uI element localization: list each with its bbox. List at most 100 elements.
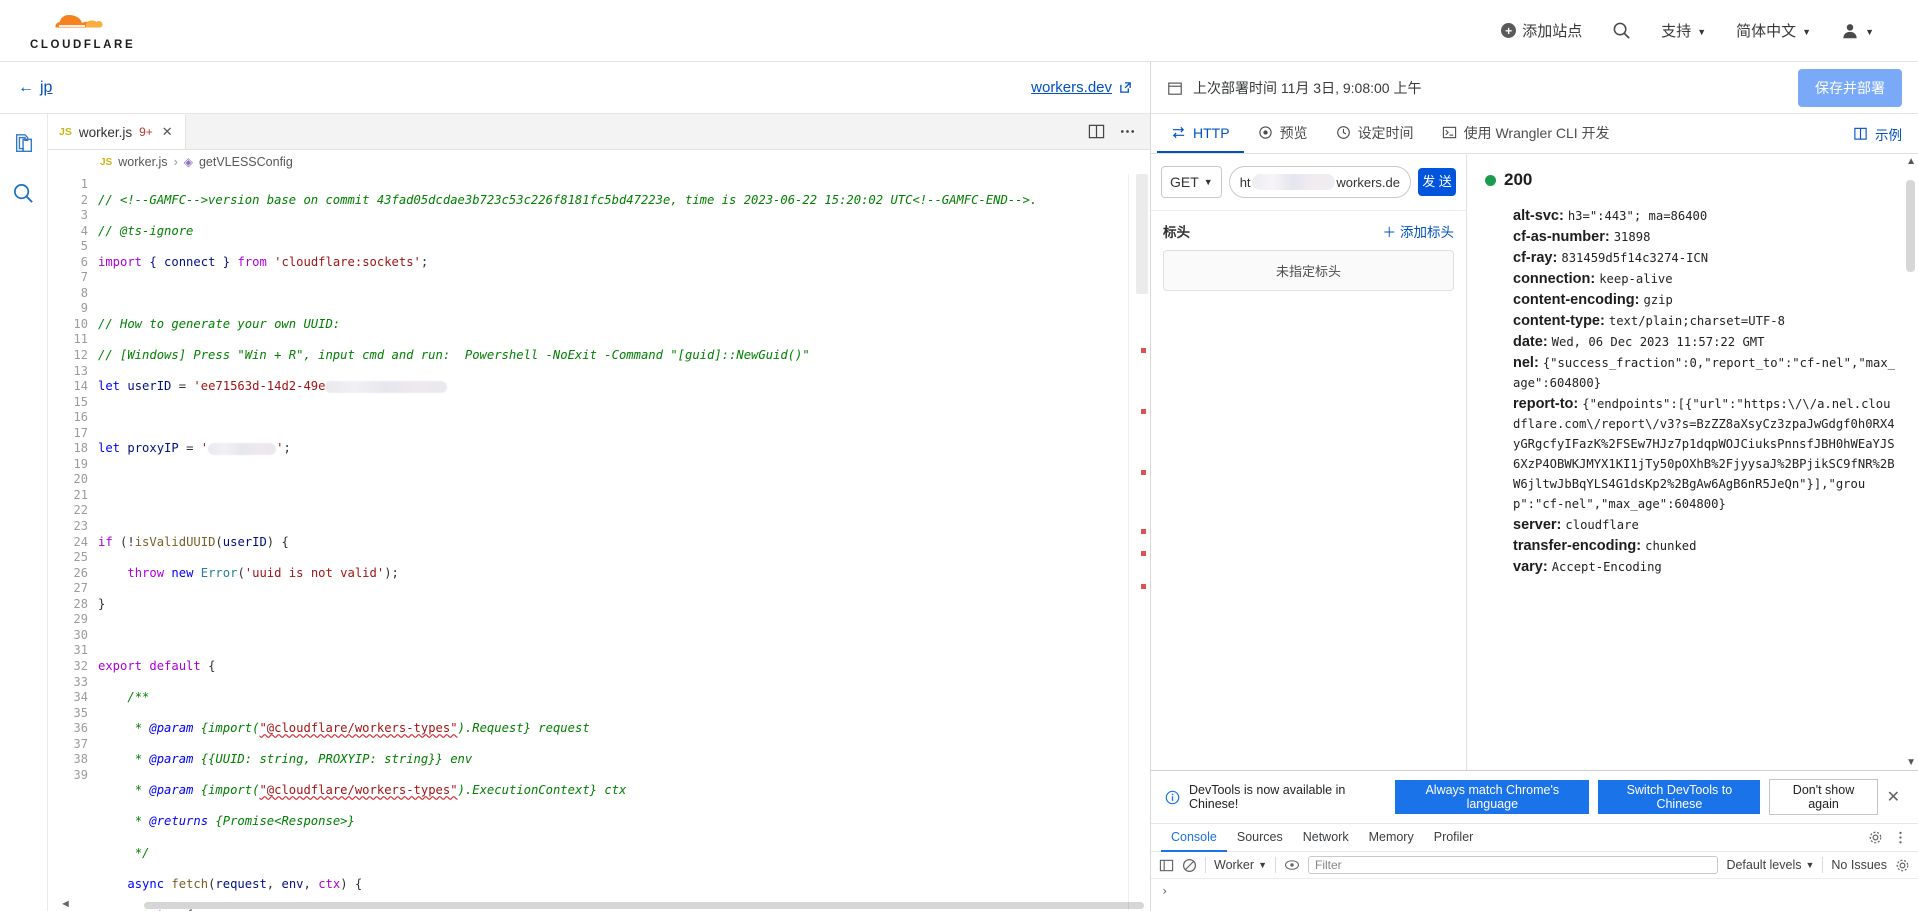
line-number: 26 [73,565,88,580]
examples-link[interactable]: 示例 [1853,114,1918,153]
devtools-tab-profiler[interactable]: Profiler [1424,824,1484,852]
external-link-icon [1120,82,1131,93]
search-sidebar-icon[interactable] [7,176,41,210]
console-settings-icon[interactable] [1895,858,1910,873]
response-header-value: 31898 [1613,230,1651,244]
error-marker [1141,551,1146,556]
header-actions: + 添加站点 支持 ▼ 简体中文 ▼ ▼ [1501,20,1896,41]
editor-minimap-scrollbar[interactable] [1128,174,1150,911]
split-editor-icon[interactable] [1088,123,1105,140]
console-context-select[interactable]: Worker ▼ [1214,858,1267,872]
request-headers-section: 标头 ＋ 添加标头 未指定标头 [1151,211,1466,301]
tab-problem-count: 9+ [139,125,153,139]
line-number: 1 [80,177,88,191]
editor-vertical-scrollbar-thumb[interactable] [1136,174,1148,294]
toolbar-divider [1205,857,1206,873]
response-scrollbar[interactable]: ▲ ▼ [1905,156,1916,768]
cloudflare-logo[interactable]: CLOUDFLARE [30,11,135,51]
explorer-files-icon[interactable] [7,126,41,160]
line-number: 18 [73,441,88,456]
eye-icon [1258,125,1273,140]
tab-http[interactable]: HTTP [1157,114,1244,153]
http-method-select[interactable]: GET ▼ [1161,166,1222,198]
always-match-language-button[interactable]: Always match Chrome's language [1395,780,1590,814]
tab-preview[interactable]: 预览 [1244,114,1322,153]
request-url-input[interactable]: ht workers.de [1228,166,1411,198]
tab-wrangler-cli[interactable]: 使用 Wrangler CLI 开发 [1428,114,1624,153]
response-header-value: Wed, 06 Dec 2023 11:57:22 GMT [1551,335,1765,349]
close-icon[interactable]: ✕ [1887,787,1906,807]
gear-icon[interactable] [1868,830,1883,845]
toolbar-divider [1822,857,1824,873]
devtools-tab-memory[interactable]: Memory [1359,824,1424,852]
response-header-key: connection: [1513,271,1600,287]
account-menu[interactable]: ▼ [1841,22,1874,40]
editor-horizontal-scrollbar-thumb[interactable] [144,902,1144,909]
http-exchange-icon [1171,125,1186,140]
response-header-key: vary: [1513,559,1552,575]
scroll-down-icon[interactable]: ▼ [1906,757,1916,768]
tab-set-time[interactable]: 设定时间 [1322,114,1428,153]
close-icon[interactable]: ✕ [162,124,173,140]
editor-left-margin [48,174,56,911]
response-header-value: Accept-Encoding [1551,560,1662,574]
code-editor[interactable]: 1 2 3 4 5 6 7 8 9 10 11 12 13 14 15 16 17 18 19 20 21 22 23 24 2… [48,174,1150,911]
workers-dev-label: workers.dev [1031,79,1112,96]
info-icon [1165,790,1180,805]
console-levels-select[interactable]: Default levels ▼ [1726,858,1814,872]
editor-tabs: JS worker.js 9+ ✕ [48,114,1150,150]
console-issues-label[interactable]: No Issues [1831,858,1887,872]
clear-console-icon[interactable] [1182,858,1197,873]
live-expression-icon[interactable] [1284,857,1300,873]
back-arrow-icon: ← [18,78,34,96]
response-status: 200 [1467,154,1918,200]
response-header-row: content-encoding: gzip [1513,290,1896,310]
send-request-button[interactable]: 发 送 [1418,168,1456,196]
console-context-label: Worker [1214,858,1255,872]
scroll-up-icon[interactable]: ▲ [1906,156,1916,167]
scroll-left-icon[interactable]: ◄ [60,898,71,910]
console-output[interactable]: › [1151,879,1918,911]
language-menu[interactable]: 简体中文 ▼ [1736,20,1811,41]
tab-worker-js[interactable]: JS worker.js 9+ ✕ [48,114,186,149]
chevron-down-icon: ▼ [1802,26,1812,37]
switch-devtools-language-button[interactable]: Switch DevTools to Chinese [1598,780,1761,814]
line-number: 36 [73,721,88,736]
breadcrumb-symbol[interactable]: getVLESSConfig [199,155,293,169]
console-filter-input[interactable]: Filter [1307,856,1719,874]
response-header-row: date: Wed, 06 Dec 2023 11:57:22 GMT [1513,332,1896,352]
support-label: 支持 [1661,23,1692,40]
dont-show-again-button[interactable]: Don't show again [1769,779,1878,815]
back-to-project-link[interactable]: ← jp [18,79,52,97]
add-header-button[interactable]: ＋ 添加标头 [1383,221,1455,241]
symbol-icon: ◈ [183,155,193,169]
console-sidebar-toggle-icon[interactable] [1159,858,1174,873]
status-code: 200 [1504,170,1533,189]
main-split: ← jp workers.dev JS worker.js 9+ ✕ JS wo… [0,62,1918,911]
support-menu[interactable]: 支持 ▼ [1661,20,1706,41]
error-marker [1141,529,1146,534]
line-number: 12 [73,348,88,363]
devtools-tab-sources[interactable]: Sources [1227,824,1293,852]
error-marker [1141,409,1146,414]
devtools-tab-console[interactable]: Console [1161,824,1227,852]
line-number: 24 [73,534,88,549]
code-content[interactable]: // <!--GAMFC-->version base on commit 43… [98,174,1128,911]
more-actions-icon[interactable] [1119,123,1136,140]
tab-label: worker.js [78,124,133,140]
response-header-row: server: cloudflare [1513,515,1896,535]
more-options-icon[interactable] [1893,830,1908,845]
project-name-label: jp [40,78,53,96]
search-icon[interactable] [1612,21,1631,40]
chevron-down-icon: ▼ [1697,26,1707,37]
language-label: 简体中文 [1736,23,1797,40]
editor-horizontal-scrollbar[interactable]: ◄ [48,898,1150,911]
devtools-tab-network[interactable]: Network [1293,824,1359,852]
js-file-icon: JS [100,156,113,168]
breadcrumb-file[interactable]: worker.js [118,155,167,169]
workers-dev-link[interactable]: workers.dev [1031,79,1132,96]
save-and-deploy-button[interactable]: 保存并部署 [1798,68,1902,107]
url-suffix: workers.de [1336,174,1400,190]
response-scrollbar-thumb[interactable] [1906,180,1915,272]
add-site-button[interactable]: + 添加站点 [1501,20,1582,41]
